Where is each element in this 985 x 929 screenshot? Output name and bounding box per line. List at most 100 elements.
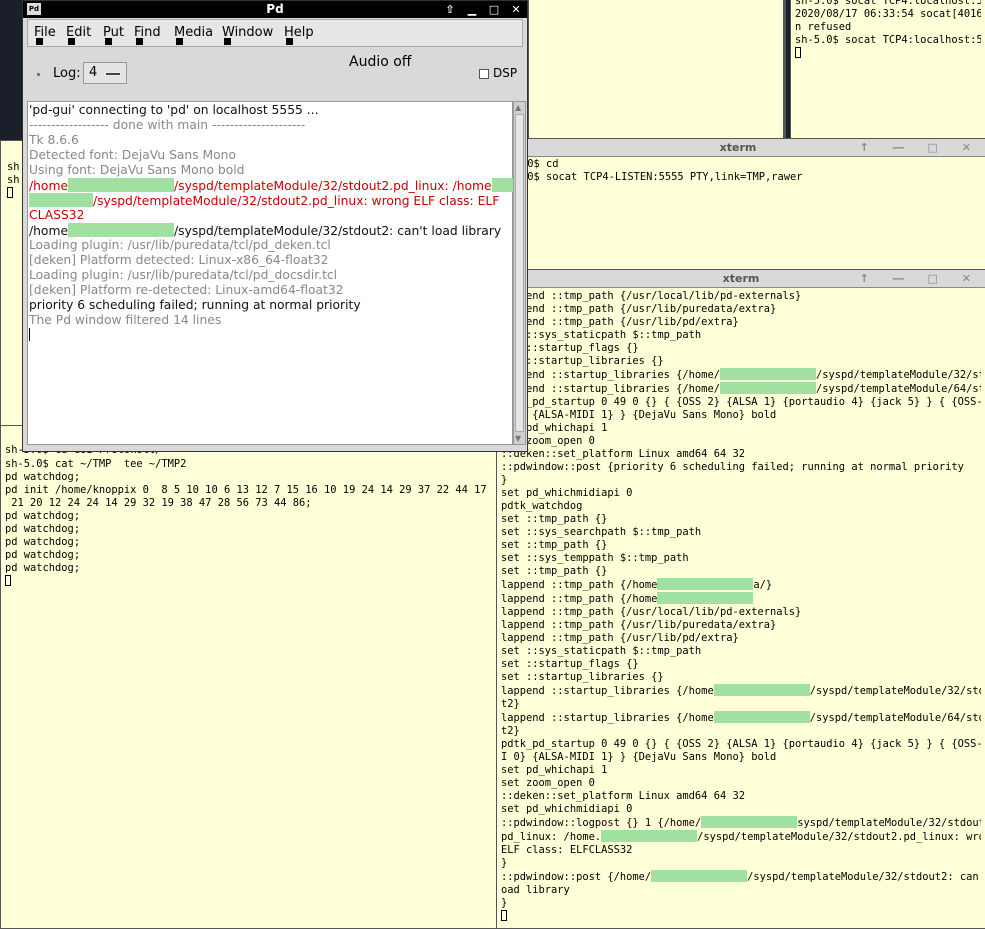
xterm-right-text: lappend ::tmp_path {/usr/local/lib/pd-ex… <box>501 290 981 923</box>
dsp-checkbox[interactable] <box>479 69 489 79</box>
terminal-line: set ::sys_searchpath $::tmp_path <box>501 526 702 538</box>
xterm-right-titlebar[interactable]: xterm ↑ ― □ ✕ <box>497 270 985 288</box>
console-line: ------------------ done with main ------… <box>29 118 306 132</box>
terminal-line: t2} <box>501 698 520 710</box>
terminal-line: sh-5.0$ cat ~/TMP tee ~/TMP2 <box>5 458 187 470</box>
terminal-line: set pd_whichmidiapi 0 <box>501 803 633 815</box>
terminal-line: I 0} {ALSA-MIDI 1} } {DejaVu Sans Mono} … <box>501 409 777 421</box>
xterm-left-top: sh sh <box>0 140 24 430</box>
redaction-block <box>713 711 810 723</box>
terminal-line: set zoom_open 0 <box>501 777 595 789</box>
terminal-line: set pd_whichapi 1 <box>501 764 608 776</box>
terminal-line: set ::tmp_path {} <box>501 565 608 577</box>
pd-console-log[interactable]: 'pd-gui' connecting to 'pd' on localhost… <box>27 101 524 445</box>
pd-console-scrollbar[interactable]: ▲ ▼ <box>513 101 526 445</box>
menu-marker-icon <box>176 38 183 45</box>
terminal-cursor-line <box>501 910 981 923</box>
terminal-line: sh <box>7 161 19 173</box>
xterm-right[interactable]: xterm ↑ ― □ ✕ lappend ::tmp_path {/usr/l… <box>496 269 985 929</box>
window-controls[interactable]: ↑ ― □ ✕ <box>860 139 981 156</box>
terminal-line: lappend ::tmp_path {/usr/lib/puredata/ex… <box>501 303 777 315</box>
redaction-block <box>657 578 754 590</box>
terminal-line: 2020/08/17 06:33:54 socat[4016] <box>795 8 981 20</box>
dropdown-indicator-icon <box>105 72 121 76</box>
terminal-cursor-line <box>795 47 981 60</box>
menu-marker-icon <box>224 38 231 45</box>
terminal-line: ::pdwindow::logpost {} 1 {/home/syspd/te… <box>501 816 981 829</box>
minimize-icon[interactable]: ▁ <box>461 1 483 18</box>
xterm-mid-titlebar[interactable]: xterm ↑ ― □ ✕ <box>491 139 985 157</box>
console-line: CLASS32 <box>29 208 85 222</box>
terminal-line: lappend ::tmp_path {/home <box>501 592 981 606</box>
console-line: Loading plugin: /usr/lib/puredata/tcl/pd… <box>29 268 338 282</box>
terminal-line: lappend ::tmp_path {/usr/local/lib/pd-ex… <box>501 290 802 302</box>
log-level-select[interactable]: 4 <box>83 62 127 84</box>
terminal-line: lappend ::tmp_path {/usr/lib/pd/extra} <box>501 632 739 644</box>
terminal-line: set ::startup_libraries {} <box>501 671 664 683</box>
terminal-line: pdtk_watchdog <box>501 500 583 512</box>
console-line: /home/syspd/templateModule/32/stdout2.pd… <box>29 178 524 193</box>
maximize-icon[interactable]: □ <box>483 1 505 18</box>
xterm-left-top-text: sh sh <box>7 161 19 200</box>
terminal-line: sh-5.0$ socat TCP4:localhost:540 <box>795 0 981 7</box>
terminal-line: set pd_whichapi 1 <box>501 422 608 434</box>
menu-marker-icon <box>136 38 143 45</box>
console-line: The Pd window filtered 14 lines <box>29 313 222 327</box>
close-icon[interactable]: ✕ <box>505 1 527 18</box>
terminal-line: sh <box>7 174 19 186</box>
terminal-line: pd init /home/knoppix 0 8 5 10 10 6 13 1… <box>5 484 492 496</box>
console-line: Detected font: DejaVu Sans Mono <box>29 148 236 162</box>
console-line: /home/syspd/templateModule/32/stdout2: c… <box>29 223 502 238</box>
terminal-line: lappend ::startup_libraries {/home//sysp… <box>501 368 981 381</box>
terminal-line: n refused <box>795 21 852 33</box>
scroll-down-icon[interactable]: ▼ <box>515 434 524 443</box>
raise-icon[interactable]: ⇧ <box>439 1 461 18</box>
redaction-block <box>657 592 754 604</box>
cursor-icon <box>5 575 11 586</box>
scrollbar-thumb[interactable] <box>515 114 524 432</box>
console-line: [deken] Platform re-detected: Linux-amd6… <box>29 283 344 297</box>
terminal-line: lappend ::tmp_path {/usr/local/lib/pd-ex… <box>501 606 802 618</box>
log-dot-icon <box>37 73 40 76</box>
terminal-line: lappend ::tmp_path {/usr/lib/pd/extra} <box>501 316 739 328</box>
pd-titlebar[interactable]: Pd Pd ⇧ ▁ □ ✕ <box>23 1 527 18</box>
redaction-block <box>651 870 748 882</box>
audio-status: Audio off <box>349 54 412 70</box>
terminal-line: lappend ::tmp_path {/usr/lib/puredata/ex… <box>501 619 777 631</box>
xterm-top-right: sh-5.0$ socat TCP4:localhost:540 2020/08/… <box>790 0 985 139</box>
console-line: Tk 8.6.6 <box>29 133 79 147</box>
terminal-line: pd watchdog; <box>5 510 81 522</box>
xterm-bottom-left-text: sh-5.0$ cd GUI-Protokoll/sh-5.0$ cat ~/T… <box>5 444 492 588</box>
terminal-line: I 0} {ALSA-MIDI 1} } {DejaVu Sans Mono} … <box>501 751 777 763</box>
redaction-block <box>701 816 798 828</box>
log-level-value: 4 <box>89 65 98 80</box>
terminal-line: pdtk_pd_startup 0 49 0 {} { {OSS 2} {ALS… <box>501 396 981 408</box>
redaction-block <box>719 368 816 380</box>
window-controls[interactable]: ⇧ ▁ □ ✕ <box>439 1 527 18</box>
terminal-line: t2} <box>501 725 520 737</box>
redaction-block <box>601 830 698 842</box>
xterm-bottom-left[interactable]: sh-5.0$ cd GUI-Protokoll/sh-5.0$ cat ~/T… <box>0 425 497 929</box>
menu-marker-icon <box>36 38 43 45</box>
terminal-line: ::deken::set_platform Linux amd64 64 32 <box>501 790 745 802</box>
terminal-line: pd watchdog; <box>5 536 81 548</box>
redaction-block <box>719 382 816 394</box>
terminal-line: set ::startup_flags {} <box>501 342 639 354</box>
menu-marker-icon <box>68 38 75 45</box>
terminal-line: set zoom_open 0 <box>501 435 595 447</box>
console-input-cursor[interactable] <box>29 328 30 343</box>
console-line: Using font: DejaVu Sans Mono bold <box>29 163 245 177</box>
scroll-up-icon[interactable]: ▲ <box>515 103 524 112</box>
pd-main-window[interactable]: Pd Pd ⇧ ▁ □ ✕ File Edit Put Find Media Window… <box>22 0 528 452</box>
terminal-line: set ::startup_flags {} <box>501 658 639 670</box>
terminal-line: pd_linux: /home./syspd/templateModule/32… <box>501 830 981 843</box>
xterm-bg-top <box>528 0 786 139</box>
redaction-block <box>68 178 175 192</box>
terminal-line: pd watchdog; <box>5 471 81 483</box>
xterm-mid[interactable]: xterm ↑ ― □ ✕ .0$ cd .0$ socat TCP4-LISTE… <box>490 138 985 272</box>
xterm-mid-text: .0$ cd .0$ socat TCP4-LISTEN:5555 PTY,lin… <box>521 158 981 184</box>
terminal-line: sh-5.0$ socat TCP4:localhost:540 <box>795 34 981 46</box>
window-controls[interactable]: ↑ ― □ ✕ <box>860 270 981 287</box>
terminal-line: set ::sys_staticpath $::tmp_path <box>501 645 702 657</box>
terminal-cursor-line <box>7 187 19 200</box>
